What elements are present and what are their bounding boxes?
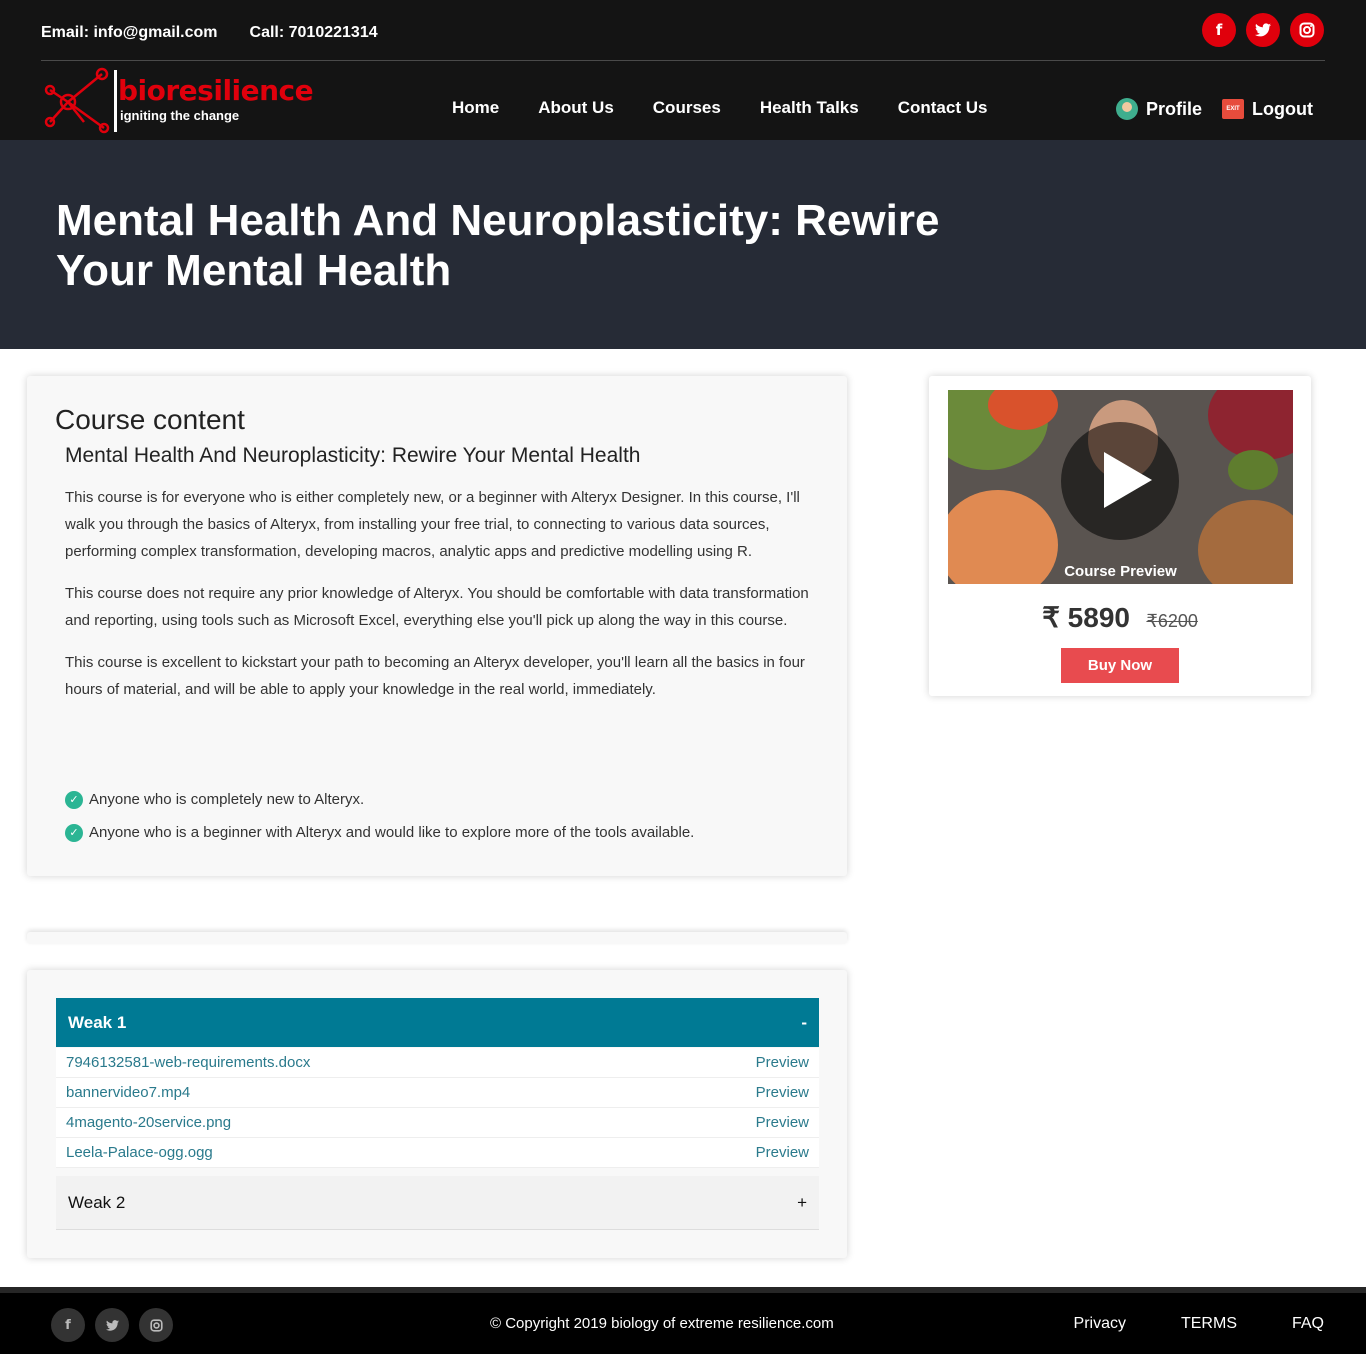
week-1-header[interactable]: Weak 1 - bbox=[56, 998, 819, 1047]
site-footer: f © Copyright 2019 biology of extreme re… bbox=[0, 1287, 1366, 1354]
logo-tagline: igniting the change bbox=[120, 108, 240, 123]
original-price-value: 6200 bbox=[1157, 611, 1198, 631]
instagram-icon[interactable] bbox=[139, 1308, 173, 1342]
description-paragraph: This course is excellent to kickstart yo… bbox=[65, 654, 805, 698]
contact-info: Email: info@gmail.com Call: 7010221314 bbox=[41, 24, 378, 42]
current-price-value: 5890 bbox=[1067, 602, 1130, 633]
play-icon[interactable] bbox=[1061, 422, 1179, 540]
file-row: 4magento-20service.png Preview bbox=[56, 1108, 819, 1138]
week-2-label: Weak 2 bbox=[68, 1192, 126, 1212]
site-header: Email: info@gmail.com Call: 7010221314 f bbox=[0, 0, 1366, 140]
course-title: Mental Health And Neuroplasticity: Rewir… bbox=[56, 196, 940, 295]
instagram-icon[interactable] bbox=[1290, 13, 1324, 47]
expand-toggle[interactable]: + bbox=[797, 1193, 807, 1213]
phone-text[interactable]: Call: 7010221314 bbox=[250, 24, 378, 42]
audience-list: ✓ Anyone who is completely new to Altery… bbox=[65, 783, 694, 849]
file-name[interactable]: bannervideo7.mp4 bbox=[66, 1084, 190, 1101]
logo-divider bbox=[114, 70, 117, 132]
logout-label: Logout bbox=[1252, 98, 1313, 119]
footer-links: Privacy TERMS FAQ bbox=[1074, 1315, 1324, 1333]
header-divider bbox=[41, 60, 1325, 61]
file-row: 7946132581-web-requirements.docx Preview bbox=[56, 1048, 819, 1078]
week-1-label: Weak 1 bbox=[68, 1012, 127, 1032]
logo-wordmark: bioresilience bbox=[118, 74, 314, 107]
nav-about-us[interactable]: About Us bbox=[538, 98, 614, 118]
current-price: ₹ 5890 bbox=[1042, 602, 1130, 633]
logout-link[interactable]: EXIT Logout bbox=[1222, 99, 1313, 120]
currency-symbol: ₹ bbox=[1146, 611, 1158, 631]
site-logo[interactable]: bioresilience igniting the change bbox=[44, 66, 314, 136]
preview-video[interactable]: Course Preview bbox=[948, 390, 1293, 584]
facebook-icon[interactable]: f bbox=[1202, 13, 1236, 47]
preview-link[interactable]: Preview bbox=[756, 1054, 809, 1071]
check-circle-icon: ✓ bbox=[65, 823, 83, 842]
curriculum-card: Weak 1 - 7946132581-web-requirements.doc… bbox=[27, 970, 847, 1258]
exit-sign-icon: EXIT bbox=[1222, 99, 1245, 119]
collapse-toggle[interactable]: - bbox=[801, 1013, 807, 1033]
audience-text: Anyone who is a beginner with Alteryx an… bbox=[89, 824, 695, 841]
copyright-text: © Copyright 2019 biology of extreme resi… bbox=[490, 1315, 834, 1332]
check-circle-icon: ✓ bbox=[65, 790, 83, 809]
nav-courses[interactable]: Courses bbox=[653, 98, 721, 118]
profile-label: Profile bbox=[1146, 98, 1203, 119]
nav-contact-us[interactable]: Contact Us bbox=[898, 98, 988, 118]
preview-label: Course Preview bbox=[1064, 563, 1177, 580]
course-subtitle: Mental Health And Neuroplasticity: Rewir… bbox=[65, 444, 641, 467]
nav-health-talks[interactable]: Health Talks bbox=[760, 98, 859, 118]
preview-link[interactable]: Preview bbox=[756, 1144, 809, 1161]
week-2-header[interactable]: Weak 2 + bbox=[56, 1176, 819, 1230]
description-paragraph: This course is for everyone who is eithe… bbox=[65, 489, 800, 560]
buy-now-button[interactable]: Buy Now bbox=[1061, 648, 1179, 683]
email-text[interactable]: Email: info@gmail.com bbox=[41, 24, 218, 42]
description-paragraph: This course does not require any prior k… bbox=[65, 585, 809, 629]
audience-item: ✓ Anyone who is completely new to Altery… bbox=[65, 783, 694, 816]
audience-text: Anyone who is completely new to Alteryx. bbox=[89, 791, 365, 808]
user-nav: Profile EXIT Logout bbox=[1116, 98, 1313, 120]
footer-faq-link[interactable]: FAQ bbox=[1292, 1315, 1324, 1333]
footer-privacy-link[interactable]: Privacy bbox=[1074, 1315, 1126, 1333]
file-name[interactable]: Leela-Palace-ogg.ogg bbox=[66, 1144, 213, 1161]
main-nav: Home About Us Courses Health Talks Conta… bbox=[452, 98, 987, 118]
file-row: bannervideo7.mp4 Preview bbox=[56, 1078, 819, 1108]
file-name[interactable]: 4magento-20service.png bbox=[66, 1114, 231, 1131]
footer-social-links: f bbox=[51, 1308, 173, 1342]
facebook-icon[interactable]: f bbox=[51, 1308, 85, 1342]
user-avatar-icon bbox=[1116, 98, 1138, 120]
price-block: ₹ 5890 ₹6200 bbox=[929, 601, 1311, 634]
file-row: Leela-Palace-ogg.ogg Preview bbox=[56, 1138, 819, 1168]
twitter-icon[interactable] bbox=[1246, 13, 1280, 47]
currency-symbol: ₹ bbox=[1042, 602, 1060, 633]
food-image bbox=[1228, 450, 1278, 490]
course-description: This course is for everyone who is eithe… bbox=[65, 484, 825, 718]
footer-terms-link[interactable]: TERMS bbox=[1181, 1315, 1237, 1333]
audience-item: ✓ Anyone who is a beginner with Alteryx … bbox=[65, 816, 694, 849]
course-content-heading: Course content bbox=[55, 404, 245, 435]
course-content-card: Course content Mental Health And Neuropl… bbox=[27, 376, 847, 876]
original-price: ₹6200 bbox=[1146, 611, 1198, 631]
course-preview-card: Course Preview ₹ 5890 ₹6200 Buy Now bbox=[929, 376, 1311, 696]
nav-home[interactable]: Home bbox=[452, 98, 499, 118]
twitter-icon[interactable] bbox=[95, 1308, 129, 1342]
profile-link[interactable]: Profile bbox=[1116, 98, 1202, 120]
empty-card-edge bbox=[27, 932, 847, 944]
preview-link[interactable]: Preview bbox=[756, 1084, 809, 1101]
week-1-files: 7946132581-web-requirements.docx Preview… bbox=[56, 1048, 819, 1168]
preview-link[interactable]: Preview bbox=[756, 1114, 809, 1131]
social-links: f bbox=[1202, 13, 1324, 47]
molecule-logo-icon bbox=[44, 67, 110, 134]
course-hero: Mental Health And Neuroplasticity: Rewir… bbox=[0, 140, 1366, 349]
file-name[interactable]: 7946132581-web-requirements.docx bbox=[66, 1054, 310, 1071]
